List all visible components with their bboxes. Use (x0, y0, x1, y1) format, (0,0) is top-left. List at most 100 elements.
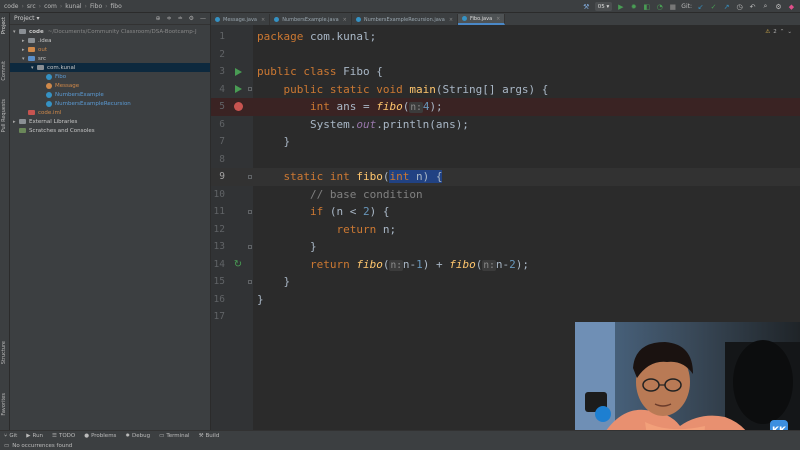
run-main-icon[interactable] (233, 84, 243, 94)
project-view-selector[interactable]: Project ▾ (14, 15, 39, 22)
hide-icon[interactable]: — (200, 15, 206, 22)
parameter-hint: n: (389, 259, 403, 271)
tree-item[interactable]: ▸ .idea (10, 36, 210, 45)
breadcrumb-separator: › (84, 2, 87, 10)
tool-window-button[interactable]: ▶ Run (26, 433, 43, 439)
code-line[interactable]: 14 return fibo(n:n-1) + fibo(n:n-2); (211, 256, 800, 274)
tool-stripe-project[interactable]: Project (1, 17, 7, 34)
folder-icon (28, 47, 35, 52)
breadcrumb-item[interactable]: fibo (111, 3, 122, 10)
tree-item-label: code.iml (38, 109, 62, 116)
editor-tab[interactable]: Message.java × (211, 14, 271, 25)
code-line[interactable]: 7 } (211, 133, 800, 151)
push-icon[interactable]: ↗ (722, 2, 731, 11)
main-toolbar: ⚒ 05 ▾ ▶ ✹ ◧ ◔ ■ Git: ↙ ✓ ↗ ◷ ↶ ⌕ ⚙ ◆ (582, 2, 796, 11)
tool-stripe-pull-requests[interactable]: Pull Requests (1, 99, 7, 132)
fold-marker-icon[interactable] (248, 279, 252, 284)
breadcrumb-item[interactable]: kunal › (65, 3, 87, 10)
expand-icon[interactable]: ≑ (167, 15, 172, 22)
settings-icon[interactable]: ⚙ (774, 2, 783, 11)
breadcrumb-item[interactable]: src › (27, 3, 41, 10)
tool-window-button[interactable]: ⚒ Build (199, 433, 220, 439)
recursive-call-icon[interactable]: ↻ (233, 259, 243, 270)
fold-marker-icon[interactable] (248, 244, 252, 249)
ide-logo-icon[interactable]: ◆ (787, 2, 796, 11)
code-line[interactable]: 1 package com.kunal; (211, 28, 800, 46)
search-icon[interactable]: ⌕ (761, 2, 770, 11)
close-icon[interactable]: × (261, 17, 265, 23)
tool-window-button[interactable]: ● Problems (84, 433, 116, 439)
code-line[interactable]: 2 (211, 46, 800, 64)
tree-item[interactable]: NumbersExampleRecursion (10, 99, 210, 108)
code-line[interactable]: 11 if (n < 2) { (211, 203, 800, 221)
run-icon[interactable]: ▶ (616, 2, 625, 11)
profile-icon[interactable]: ◔ (655, 2, 664, 11)
tree-item[interactable]: ▸ out (10, 45, 210, 54)
tool-stripe-commit[interactable]: Commit (1, 61, 7, 81)
breadcrumb-item[interactable]: com › (44, 3, 62, 10)
coverage-icon[interactable]: ◧ (642, 2, 651, 11)
tree-item[interactable]: ▾ code ~/Documents/Community Classroom/DSA… (10, 27, 210, 36)
tree-item[interactable]: Message (10, 81, 210, 90)
tool-window-button[interactable]: ▭ Terminal (159, 433, 189, 439)
tree-item[interactable]: Scratches and Consoles (10, 126, 210, 135)
tree-item[interactable]: Fibo (10, 72, 210, 81)
code-line[interactable]: 3 public class Fibo { (211, 63, 800, 81)
breadcrumb-item[interactable]: code › (4, 3, 24, 10)
commit-icon[interactable]: ✓ (709, 2, 718, 11)
gear-icon[interactable]: ⚙ (189, 15, 194, 22)
code-line[interactable]: 12 return n; (211, 221, 800, 239)
code-line[interactable]: 9 static int fibo(int n) { (211, 168, 800, 186)
editor-tab[interactable]: Fibo.java × (458, 14, 506, 25)
tool-window-label: Run (32, 433, 44, 439)
code-line[interactable]: 8 (211, 151, 800, 169)
code-line[interactable]: 16} (211, 291, 800, 309)
close-icon[interactable]: × (449, 17, 453, 23)
run-configuration-select[interactable]: 05 ▾ (594, 2, 613, 11)
fold-marker-icon[interactable] (248, 174, 252, 179)
tool-window-button[interactable]: ⑂ Git (4, 433, 17, 439)
update-project-icon[interactable]: ↙ (696, 2, 705, 11)
collapse-icon[interactable]: ≐ (178, 15, 183, 22)
line-number: 1 (219, 31, 225, 43)
code-line[interactable]: 15 } (211, 273, 800, 291)
close-icon[interactable]: × (496, 16, 500, 22)
tree-item[interactable]: code.iml (10, 108, 210, 117)
tool-window-button[interactable]: ✹ Debug (125, 433, 150, 439)
editor-tab[interactable]: NumbersExample.java × (270, 14, 352, 25)
breakpoint-icon[interactable] (233, 102, 243, 112)
code-line[interactable]: 10 // base condition (211, 186, 800, 204)
tree-item[interactable]: ▾ com.kunal (10, 63, 210, 72)
stop-icon[interactable]: ■ (668, 2, 677, 11)
tree-item[interactable]: NumbersExample (10, 90, 210, 99)
code-line[interactable]: 5 int ans = fibo(n:4); (211, 98, 800, 116)
folder-icon (28, 56, 35, 61)
tool-stripe-favorites[interactable]: Favorites (1, 393, 7, 416)
close-icon[interactable]: × (343, 17, 347, 23)
code-line[interactable]: 4 public static void main(String[] args)… (211, 81, 800, 99)
code-line[interactable]: 13 } (211, 238, 800, 256)
tree-item-label: .idea (38, 37, 52, 44)
editor-tab[interactable]: NumbersExampleRecursion.java × (352, 14, 459, 25)
breadcrumb-item[interactable]: Fibo › (90, 3, 108, 10)
code-text: static int fibo(int n) { (257, 170, 443, 184)
code-text: // base condition (257, 188, 423, 201)
code-line[interactable]: 6 System.out.println(ans); (211, 116, 800, 134)
code-token: int (309, 100, 337, 114)
fold-marker-icon[interactable] (248, 87, 252, 91)
history-icon[interactable]: ◷ (735, 2, 744, 11)
tree-item[interactable]: ▾ src (10, 54, 210, 63)
locate-icon[interactable]: ⊕ (156, 15, 161, 22)
tool-stripe-structure[interactable]: Structure (1, 341, 7, 364)
debug-icon[interactable]: ✹ (629, 2, 638, 11)
project-tree: ▾ code ~/Documents/Community Classroom/DSA… (10, 25, 210, 135)
tree-item[interactable]: ▸ External Libraries (10, 117, 210, 126)
java-class-icon (355, 17, 361, 22)
line-number: 13 (213, 241, 225, 253)
hammer-icon[interactable]: ⚒ (582, 2, 591, 11)
tool-window-button[interactable]: ☰ TODO (52, 433, 75, 439)
fold-marker-icon[interactable] (248, 209, 252, 214)
run-class-icon[interactable] (233, 67, 243, 77)
rollback-icon[interactable]: ↶ (748, 2, 757, 11)
